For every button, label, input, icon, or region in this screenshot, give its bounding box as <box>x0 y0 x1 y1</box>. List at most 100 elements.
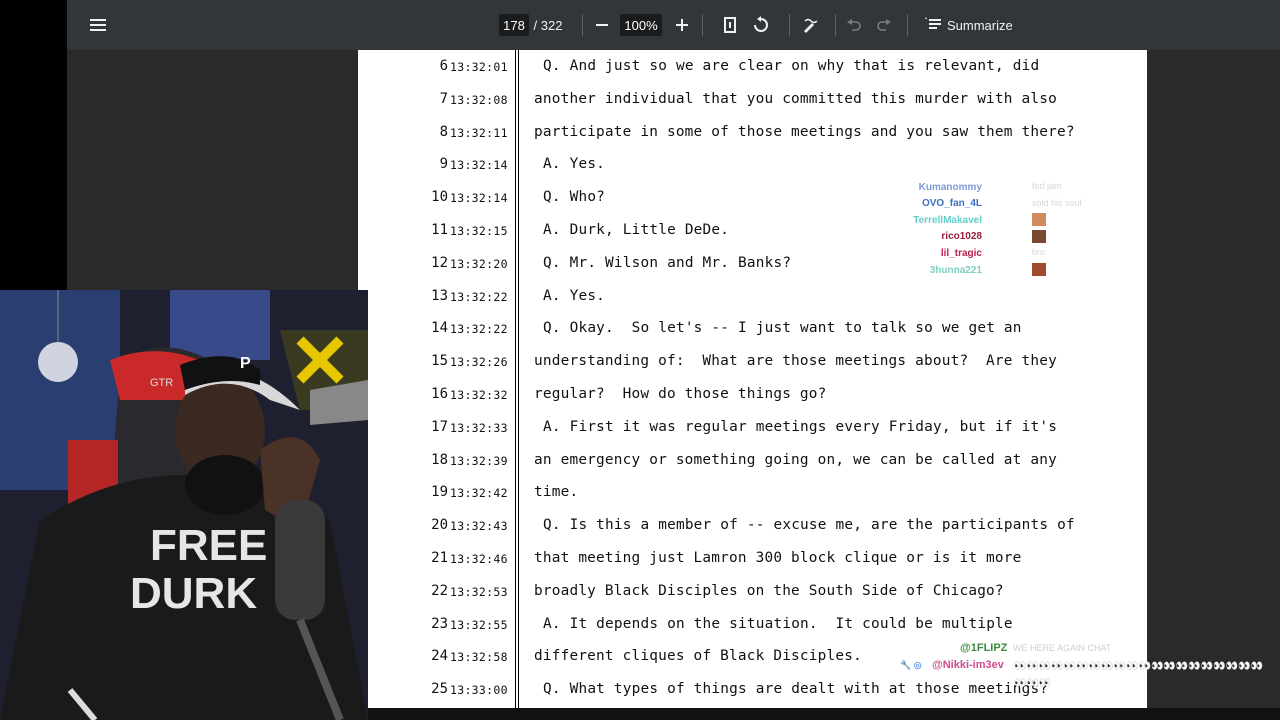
menu-icon[interactable] <box>89 0 107 50</box>
timestamp: 13:32:43 <box>450 519 508 534</box>
line-number: 23 <box>431 615 448 632</box>
shirt-text: FREE <box>150 521 267 570</box>
line-number: 22 <box>431 582 448 599</box>
chat-message: WE HERE AGAIN CHAT <box>1013 643 1112 653</box>
webcam-image: GTR P FREE DURK <box>0 290 368 720</box>
toolbar-divider <box>582 14 583 36</box>
line-text: A. Yes. <box>543 287 606 304</box>
timestamp: 13:32:11 <box>450 125 508 140</box>
timestamp: 13:32:58 <box>450 650 508 665</box>
zoom-out-icon[interactable] <box>590 13 614 37</box>
chat-username[interactable]: @Nikki-im3ev <box>932 659 1004 671</box>
chat-username[interactable]: lil_tragic <box>941 246 982 260</box>
page-number-input[interactable]: 178 <box>499 14 529 36</box>
timestamp: 13:32:14 <box>450 191 508 206</box>
transcript-line: 16 13:32:32 regular? How do those things g… <box>358 378 1147 411</box>
timestamp: 13:32:55 <box>450 617 508 632</box>
page-total: / 322 <box>533 17 563 33</box>
chat-username[interactable]: Kumanommy <box>919 180 982 194</box>
line-number: 25 <box>431 681 448 698</box>
webcam-feed: GTR P FREE DURK <box>0 290 368 720</box>
chat-username[interactable]: rico1028 <box>941 230 982 244</box>
chat-username[interactable]: OVO_fan_4L <box>922 197 982 211</box>
chat-emote-icon <box>1032 263 1046 276</box>
line-text: an emergency or something going on, we c… <box>534 451 1057 468</box>
pdf-toolbar: 178 / 322 100% Summarize <box>67 0 1280 50</box>
line-text: A. It depends on the situation. It could… <box>543 615 1013 632</box>
toolbar-divider <box>702 14 703 36</box>
line-text: Q. Is this a member of -- excuse me, are… <box>543 517 1075 534</box>
transcript-line: 17 13:32:33 A. First it was regular meetin… <box>358 411 1147 444</box>
line-number: 16 <box>431 386 448 402</box>
line-text: participate in some of those meetings an… <box>534 123 1075 140</box>
line-text: Q. Mr. Wilson and Mr. Banks? <box>543 254 792 271</box>
redo-icon[interactable] <box>872 13 896 37</box>
line-text: broadly Black Disciples on the South Sid… <box>534 582 1004 599</box>
summarize-label: Summarize <box>947 17 1013 33</box>
timestamp: 13:33:00 <box>450 683 508 698</box>
transcript-line: 6 13:32:01 Q. And just so we are clear on … <box>358 50 1147 83</box>
chat-username[interactable]: @1FLIPZ <box>960 642 1007 654</box>
timestamp: 13:32:15 <box>450 224 508 238</box>
zoom-in-icon[interactable] <box>670 13 694 37</box>
fit-page-icon[interactable] <box>718 13 742 37</box>
chat-username[interactable]: 3hunna221 <box>930 263 982 277</box>
timestamp: 13:32:01 <box>450 60 508 74</box>
line-number: 7 <box>439 90 448 107</box>
timestamp: 13:32:42 <box>450 486 508 501</box>
timestamp: 13:32:14 <box>450 158 508 173</box>
line-text: time. <box>534 484 579 501</box>
line-number: 13 <box>431 287 448 304</box>
transcript-line: 20 13:32:43 Q. Is this a member of -- excu… <box>358 509 1147 542</box>
timestamp: 13:32:20 <box>450 256 508 271</box>
timestamp: 13:32:33 <box>450 420 508 435</box>
transcript-line: 18 13:32:39 an emergency or something goin… <box>358 444 1147 477</box>
transcript-line: 8 13:32:11 participate in some of those me… <box>358 116 1147 149</box>
line-number: 9 <box>439 156 448 173</box>
timestamp: 13:32:08 <box>450 92 508 107</box>
line-number: 17 <box>431 418 448 435</box>
pdf-page: 6 13:32:01 Q. And just so we are clear on … <box>358 50 1147 710</box>
line-text: A. First it was regular meetings every F… <box>543 418 1058 435</box>
svg-text:P: P <box>240 355 251 372</box>
transcript-line: 19 13:32:42 time. <box>358 476 1147 509</box>
annotate-pen-icon[interactable] <box>798 13 822 37</box>
zoom-level-input[interactable]: 100% <box>620 14 662 36</box>
shirt-text: DURK <box>130 569 257 618</box>
line-text: different cliques of Black Disciples. <box>534 648 862 665</box>
viewer-bottom-edge <box>367 708 1280 720</box>
line-text: A. Durk, Little DeDe. <box>543 222 730 238</box>
transcript-line: 15 13:32:26 understanding of: What are tho… <box>358 345 1147 378</box>
transcript-line: 7 13:32:08 another individual that you com… <box>358 83 1147 116</box>
chat-overlay-bottom: @1FLIPZ WE HERE AGAIN CHAT 🔧 ◎ @Nikki-im3ev… <box>900 640 1280 700</box>
line-number: 12 <box>431 254 448 271</box>
timestamp: 13:32:39 <box>450 453 508 468</box>
undo-icon[interactable] <box>842 13 866 37</box>
line-number: 6 <box>439 58 448 74</box>
timestamp: 13:32:26 <box>450 355 508 370</box>
line-number: 10 <box>431 189 448 206</box>
chat-message: 👀👀👀👀👀👀👀👀👀👀👀👀👀👀👀👀👀👀👀👀👀👀👀 <box>1014 661 1264 689</box>
line-text: regular? How do those things go? <box>534 386 827 402</box>
chat-emote-icon <box>1032 229 1046 243</box>
timestamp: 13:32:22 <box>450 322 508 337</box>
toolbar-divider <box>835 14 836 36</box>
chat-overlay: Kumanommy fed jam OVO_fan_4L sold his soul T… <box>900 180 1100 290</box>
line-number: 8 <box>439 123 448 140</box>
summarize-button[interactable]: Summarize <box>925 13 1013 37</box>
line-number: 14 <box>431 320 448 337</box>
moderator-badge-icon: 🔧 ◎ <box>900 660 922 670</box>
chat-message: fed jam <box>1032 181 1062 191</box>
timestamp: 13:32:46 <box>450 552 508 566</box>
timestamp: 13:32:53 <box>450 584 508 599</box>
timestamp: 13:32:22 <box>450 289 508 304</box>
line-text: Q. And just so we are clear on why that … <box>543 58 1040 74</box>
chat-message: sold his soul <box>1032 197 1082 208</box>
line-number: 21 <box>431 550 448 566</box>
rotate-icon[interactable] <box>749 13 773 37</box>
line-number: 19 <box>431 484 448 501</box>
line-number: 18 <box>431 451 448 468</box>
toolbar-divider <box>907 14 908 36</box>
chat-username[interactable]: TerrellMakavel <box>913 213 982 227</box>
line-number: 24 <box>431 648 448 665</box>
